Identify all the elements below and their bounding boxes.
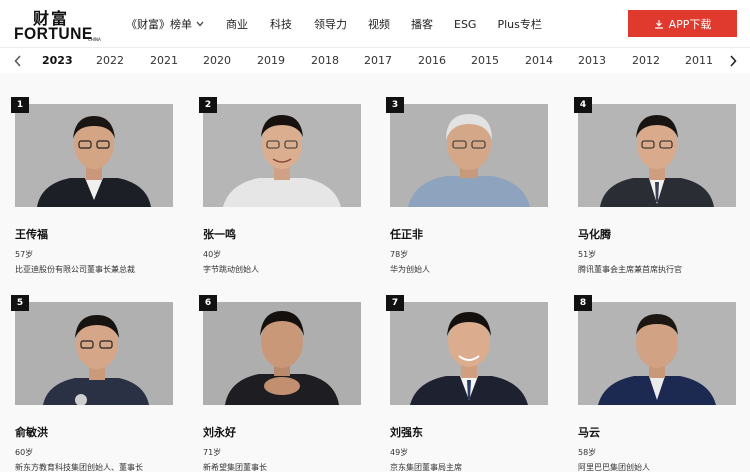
person-card[interactable]: 5 俞敏洪 60岁 新东方教育科技集团创始人、董事长 — [11, 295, 175, 472]
person-age: 51岁 — [578, 250, 597, 259]
rank-badge: 2 — [199, 97, 217, 113]
rank-badge: 8 — [574, 295, 592, 311]
nav-item-esg[interactable]: ESG — [454, 18, 476, 31]
person-title: 新希望集团董事长 — [203, 463, 267, 472]
nav-item-label: 商业 — [226, 18, 248, 31]
rank-badge: 4 — [574, 97, 592, 113]
year-selector: 2023 2022 2021 2020 2019 2018 2017 2016 … — [0, 49, 750, 73]
rank-badge: 1 — [11, 97, 29, 113]
person-name[interactable]: 马云 — [578, 424, 600, 440]
person-title: 阿里巴巴集团创始人 — [578, 463, 650, 472]
nav-item-label: 视频 — [368, 18, 390, 31]
person-card[interactable]: 7 刘强东 49岁 京东集团董事局主席 — [386, 295, 550, 472]
nav-item-label: 领导力 — [314, 18, 347, 31]
nav-item-video[interactable]: 视频 — [368, 16, 390, 32]
year-tab-2018[interactable]: 2018 — [311, 54, 339, 67]
person-name[interactable]: 俞敏洪 — [15, 424, 48, 440]
person-name[interactable]: 刘强东 — [390, 424, 423, 440]
year-tab-2015[interactable]: 2015 — [471, 54, 499, 67]
nav-item-label: 科技 — [270, 18, 292, 31]
person-age: 60岁 — [15, 448, 34, 457]
year-tab-2011[interactable]: 2011 — [685, 54, 713, 67]
person-card[interactable]: 6 刘永好 71岁 新希望集团董事长 — [199, 295, 363, 472]
year-tab-2017[interactable]: 2017 — [364, 54, 392, 67]
header-divider — [0, 47, 750, 48]
rank-badge: 6 — [199, 295, 217, 311]
portrait-photo[interactable] — [15, 302, 173, 405]
rank-badge: 5 — [11, 295, 29, 311]
person-name[interactable]: 任正非 — [390, 226, 423, 242]
person-card[interactable]: 1 王传福 57岁 比亚迪股份有限公司董事长兼总裁 — [11, 97, 175, 274]
year-tab-2020[interactable]: 2020 — [203, 54, 231, 67]
app-download-label: APP下载 — [668, 17, 712, 31]
year-tab-2023[interactable]: 2023 — [42, 54, 73, 67]
main-nav: 《财富》榜单 商业 科技 领导力 视频 播客 ESG Plus专栏 — [126, 15, 542, 33]
person-title: 京东集团董事局主席 — [390, 463, 462, 472]
person-name[interactable]: 王传福 — [15, 226, 48, 242]
nav-item-label: ESG — [454, 17, 477, 31]
person-age: 49岁 — [390, 448, 409, 457]
nav-item-tech[interactable]: 科技 — [270, 16, 292, 32]
person-age: 78岁 — [390, 250, 409, 259]
person-age: 58岁 — [578, 448, 597, 457]
portrait-photo[interactable] — [15, 104, 173, 207]
person-card[interactable]: 3 任正非 78岁 华为创始人 — [386, 97, 550, 274]
nav-item-label: 播客 — [411, 18, 433, 31]
nav-item-label: 《财富》榜单 — [126, 18, 192, 31]
portrait-photo[interactable] — [203, 302, 361, 405]
year-tab-2016[interactable]: 2016 — [418, 54, 446, 67]
person-title: 字节跳动创始人 — [203, 265, 259, 274]
nav-item-label: Plus专栏 — [497, 18, 542, 31]
logo-tm-text: CHINA — [88, 37, 101, 42]
portrait-photo[interactable] — [390, 302, 548, 405]
chevron-left-icon[interactable] — [11, 53, 25, 69]
person-card[interactable]: 2 张一鸣 40岁 字节跳动创始人 — [199, 97, 363, 274]
year-tab-2022[interactable]: 2022 — [96, 54, 124, 67]
logo-en-text: FORTUNE — [14, 24, 93, 43]
chevron-down-icon — [196, 20, 204, 29]
year-tab-2012[interactable]: 2012 — [632, 54, 660, 67]
nav-item-leadership[interactable]: 领导力 — [314, 16, 347, 32]
year-tab-2019[interactable]: 2019 — [257, 54, 285, 67]
person-name[interactable]: 刘永好 — [203, 424, 236, 440]
rank-badge: 3 — [386, 97, 404, 113]
person-title: 新东方教育科技集团创始人、董事长 — [15, 463, 143, 472]
person-age: 40岁 — [203, 250, 222, 259]
rank-badge: 7 — [386, 295, 404, 311]
year-tab-2021[interactable]: 2021 — [150, 54, 178, 67]
download-icon — [654, 19, 664, 29]
person-card[interactable]: 4 马化腾 51岁 腾讯董事会主席兼首席执行官 — [574, 97, 738, 274]
person-age: 57岁 — [15, 250, 34, 259]
person-title: 腾讯董事会主席兼首席执行官 — [578, 265, 682, 274]
portrait-photo[interactable] — [578, 104, 736, 207]
chevron-right-icon[interactable] — [726, 53, 740, 69]
app-download-button[interactable]: APP下载 — [628, 10, 737, 37]
person-title: 比亚迪股份有限公司董事长兼总裁 — [15, 265, 135, 274]
nav-item-podcast[interactable]: 播客 — [411, 16, 433, 32]
person-name[interactable]: 马化腾 — [578, 226, 611, 242]
portrait-photo[interactable] — [390, 104, 548, 207]
nav-item-plus[interactable]: Plus专栏 — [497, 16, 541, 32]
person-card[interactable]: 8 马云 58岁 阿里巴巴集团创始人 — [574, 295, 738, 472]
nav-item-business[interactable]: 商业 — [226, 16, 248, 32]
site-header: 财富 FORTUNE CHINA 《财富》榜单 商业 科技 领导力 视频 播客 … — [0, 0, 750, 47]
person-name[interactable]: 张一鸣 — [203, 226, 236, 242]
person-age: 71岁 — [203, 448, 222, 457]
person-title: 华为创始人 — [390, 265, 430, 274]
portrait-photo[interactable] — [203, 104, 361, 207]
nav-item-rankings[interactable]: 《财富》榜单 — [126, 16, 204, 32]
portrait-photo[interactable] — [578, 302, 736, 405]
fortune-logo[interactable]: 财富 FORTUNE CHINA — [13, 5, 101, 43]
year-tab-2013[interactable]: 2013 — [578, 54, 606, 67]
year-tab-2014[interactable]: 2014 — [525, 54, 553, 67]
